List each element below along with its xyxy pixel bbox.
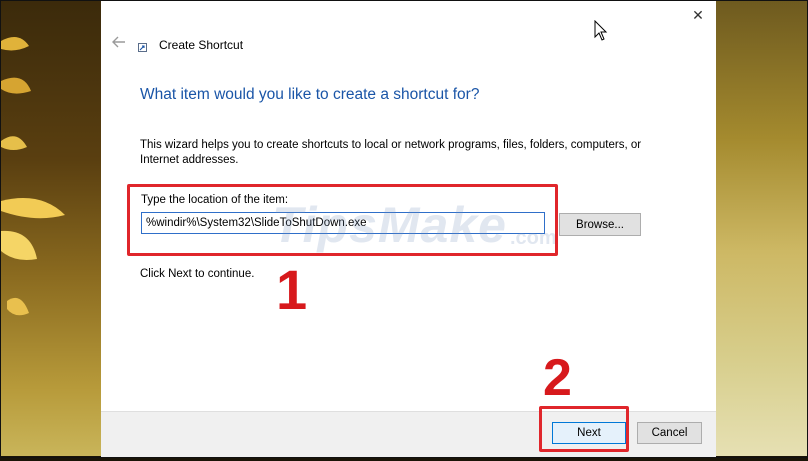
dialog-title: Create Shortcut	[159, 38, 244, 52]
leaf-decoration	[1, 37, 65, 316]
browse-button[interactable]: Browse...	[559, 213, 641, 236]
wizard-description: This wizard helps you to create shortcut…	[140, 139, 642, 166]
close-icon[interactable]: ✕	[689, 6, 707, 24]
location-input[interactable]	[141, 212, 545, 234]
create-shortcut-dialog: Create Shortcut ✕ What item would you li…	[101, 1, 716, 457]
page-heading: What item would you like to create a sho…	[140, 86, 480, 103]
mouse-cursor-icon	[594, 20, 608, 41]
step-number-1: 1	[276, 258, 308, 321]
next-button[interactable]: Next	[552, 422, 626, 444]
shortcut-icon	[138, 43, 147, 52]
continue-instruction: Click Next to continue.	[140, 268, 255, 280]
desktop-wallpaper-right	[716, 1, 807, 456]
location-label: Type the location of the item:	[141, 194, 289, 206]
back-arrow-icon[interactable]	[111, 34, 127, 50]
step-number-2: 2	[543, 349, 572, 407]
desktop-wallpaper-left	[1, 1, 101, 456]
cancel-button[interactable]: Cancel	[637, 422, 702, 444]
